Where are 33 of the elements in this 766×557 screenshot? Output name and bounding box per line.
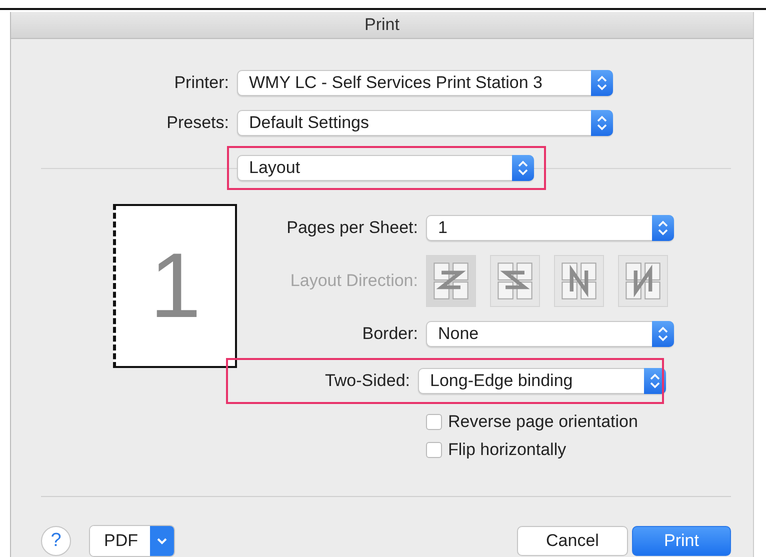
page-order-icon (559, 260, 599, 302)
field-label: Printer: (174, 73, 229, 93)
field-label: Layout Direction: (290, 271, 418, 291)
popup-menu[interactable]: None (426, 321, 674, 347)
field-label: Border: (362, 324, 418, 344)
popup-menu[interactable]: WMY LC - Self Services Print Station 3 (237, 70, 613, 96)
stepper-icon[interactable] (652, 321, 674, 347)
field-label: Two-Sided: (324, 371, 410, 391)
stepper-icon[interactable] (512, 155, 534, 181)
cancel-button[interactable]: Cancel (517, 526, 628, 556)
page-order-icon (495, 260, 535, 302)
chevron-down-icon (150, 526, 174, 556)
page-number: 1 (150, 234, 202, 338)
pdf-menu-button[interactable]: PDF (89, 525, 175, 557)
stepper-icon[interactable] (591, 70, 613, 96)
checkbox[interactable] (426, 442, 442, 458)
popup-menu[interactable]: Layout (237, 155, 534, 181)
popup-menu[interactable]: Long-Edge binding (418, 368, 666, 394)
checkbox-label: Flip horizontally (448, 440, 566, 460)
stepper-icon[interactable] (591, 110, 613, 136)
stepper-icon[interactable] (644, 368, 666, 394)
stepper-icon[interactable] (652, 215, 674, 241)
help-button[interactable]: ? (41, 526, 71, 556)
popup-menu[interactable]: 1 (426, 215, 674, 241)
checkbox-label: Reverse page orientation (448, 412, 638, 432)
field-label: Pages per Sheet: (286, 218, 418, 238)
checkbox[interactable] (426, 414, 442, 430)
page-order-icon (431, 260, 471, 302)
window-title: Print (364, 15, 400, 35)
popup-menu[interactable]: Default Settings (237, 110, 613, 136)
print-button[interactable]: Print (632, 526, 731, 556)
field-label: Presets: (166, 113, 229, 133)
page-order-icon (623, 260, 663, 302)
